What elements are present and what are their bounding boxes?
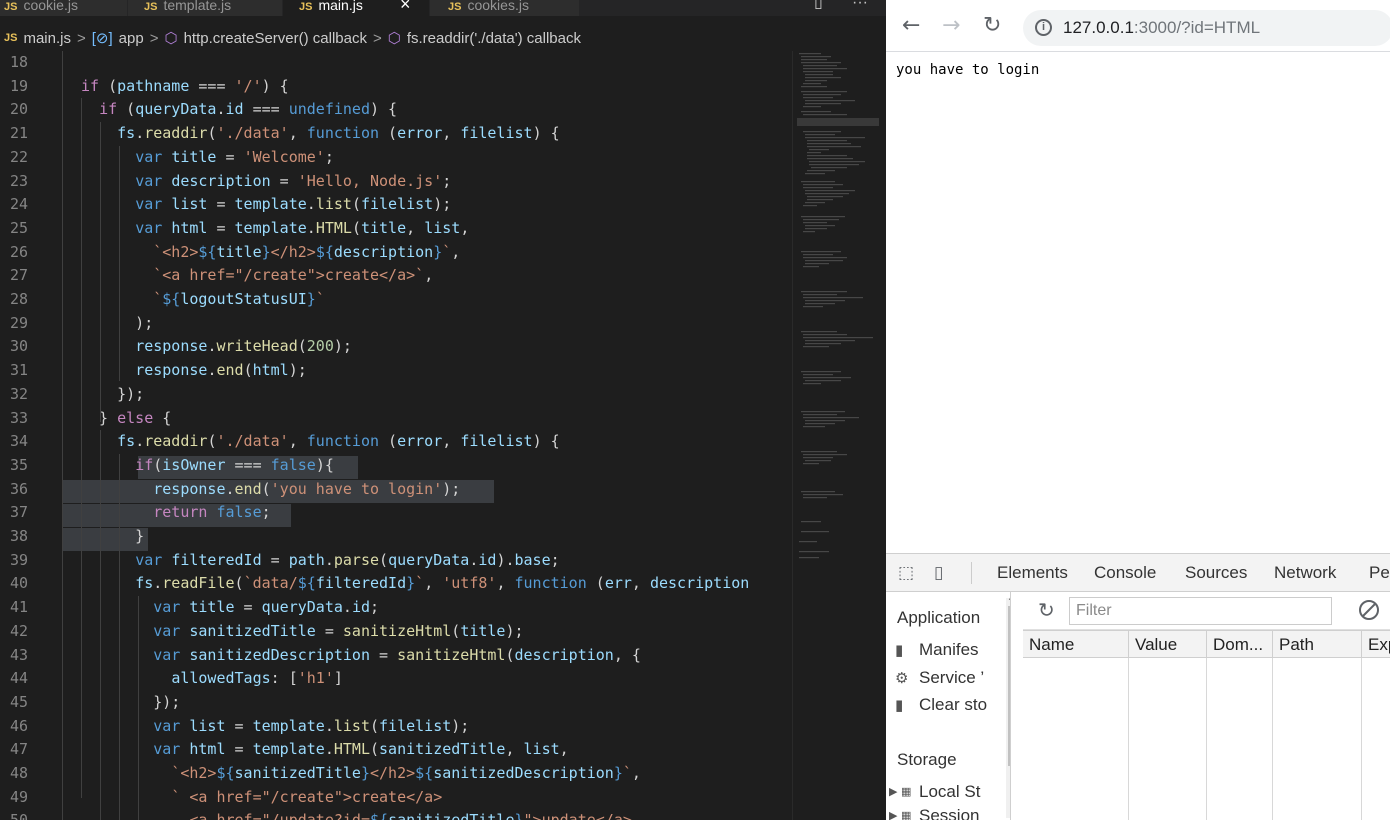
breadcrumb-create-server[interactable]: http.createServer() callback — [184, 30, 367, 47]
chevron-right-icon: > — [372, 29, 382, 47]
column-divider — [1272, 658, 1273, 820]
tab-console[interactable]: Console — [1094, 554, 1156, 592]
reload-icon[interactable]: ↻ — [983, 14, 1001, 38]
tab-template-js[interactable]: JS template.js — [128, 0, 283, 16]
indent-guide — [119, 146, 120, 381]
chevron-right-icon: > — [149, 29, 159, 47]
sidebar-heading-application: Application — [897, 608, 981, 627]
code-line: 20 if (queryData.id === undefined) { — [9, 100, 398, 119]
trash-icon: ▮ — [895, 696, 904, 714]
tab-cookies-js[interactable]: JS cookies.js — [430, 0, 580, 16]
tab-network[interactable]: Network — [1274, 554, 1336, 592]
url-input[interactable]: i 127.0.0.1:3000/?id=HTML — [1023, 10, 1390, 46]
tab-cookie-js[interactable]: JS cookie.js — [0, 0, 128, 16]
info-icon[interactable]: i — [1035, 19, 1052, 36]
column-header-value[interactable]: Value — [1129, 631, 1207, 658]
cookies-panel: ↻ Filter Name Value Dom... Path Exp — [1023, 592, 1390, 820]
forward-icon[interactable]: → — [942, 14, 960, 38]
tab-sources[interactable]: Sources — [1185, 554, 1247, 592]
minimap[interactable] — [792, 51, 886, 820]
sidebar-item-manifest[interactable]: ▮ Manifes — [895, 640, 1009, 660]
indent-guide — [119, 454, 120, 820]
variable-icon: [⊘] — [91, 30, 113, 47]
editor-tab-bar: JS cookie.js JS template.js JS main.js × JS… — [0, 0, 886, 16]
back-icon[interactable]: ← — [902, 14, 920, 38]
tab-elements[interactable]: Elements — [997, 554, 1068, 592]
sidebar-item-clear-storage[interactable]: ▮ Clear sto — [895, 695, 1009, 715]
column-divider — [1206, 658, 1207, 820]
code-line: 19 if (pathname === '/') { — [9, 76, 289, 95]
expand-table-icon: ▶ ▦ — [889, 809, 912, 820]
column-header-name[interactable]: Name — [1023, 631, 1129, 658]
page-content-text: you have to login — [896, 62, 1040, 78]
devtools-tab-bar: ⬚ ▯ Elements Console Sources Network Per — [886, 554, 1390, 592]
indent-guide — [81, 98, 82, 798]
tab-performance[interactable]: Per — [1369, 554, 1390, 592]
filter-toolbar: ↻ Filter — [1023, 592, 1390, 630]
indent-guide — [100, 122, 101, 422]
url-text: 127.0.0.1:3000/?id=HTML — [1063, 18, 1261, 37]
breadcrumb-file[interactable]: main.js — [23, 30, 71, 47]
code-line: 18 — [9, 53, 28, 71]
column-divider — [1128, 658, 1129, 820]
scroll-up-icon[interactable]: ▲ — [1007, 592, 1010, 602]
breadcrumb: JS main.js > [⊘] app > ⬡ http.createServ… — [4, 29, 581, 48]
function-icon: ⬡ — [164, 30, 178, 47]
sidebar-scrollbar-thumb[interactable] — [1008, 606, 1010, 766]
sidebar-item-service-workers[interactable]: ⚙ Service ’ — [895, 668, 1009, 688]
indent-guide — [138, 596, 139, 820]
split-editor-icon[interactable]: ▯ — [814, 0, 823, 11]
column-divider — [1361, 658, 1362, 820]
column-header-domain[interactable]: Dom... — [1207, 631, 1273, 658]
inspect-element-icon[interactable]: ⬚ — [898, 563, 918, 583]
indent-guide — [62, 51, 63, 820]
devtools-panel: ⬚ ▯ Elements Console Sources Network Per… — [886, 553, 1390, 820]
toolbar-divider — [971, 562, 972, 584]
sidebar-item-session-storage[interactable]: ▶ ▦ Session — [889, 806, 1009, 820]
indent-guide — [100, 430, 101, 820]
breadcrumb-app[interactable]: app — [119, 30, 144, 47]
clear-all-icon[interactable] — [1359, 600, 1379, 620]
sidebar-heading-storage: Storage — [897, 750, 957, 769]
address-bar-area: ← → ↻ i 127.0.0.1:3000/?id=HTML — [886, 0, 1390, 52]
refresh-icon[interactable]: ↻ — [1038, 598, 1055, 622]
document-icon: ▮ — [895, 641, 904, 659]
sidebar-item-local-storage[interactable]: ▶ ▦ Local St — [889, 782, 1009, 802]
code-editor-window: JS cookie.js JS template.js JS main.js × JS… — [0, 0, 886, 820]
code-line: 21 fs.readdir('./data', function (error,… — [9, 124, 560, 143]
column-header-path[interactable]: Path — [1273, 631, 1362, 658]
expand-table-icon: ▶ ▦ — [889, 785, 912, 798]
gear-icon: ⚙ — [895, 669, 909, 687]
filter-input[interactable]: Filter — [1069, 597, 1332, 625]
code-line: 34 fs.readdir('./data', function (error,… — [9, 432, 560, 451]
more-actions-icon[interactable]: ··· — [852, 0, 868, 11]
cookies-table: Name Value Dom... Path Exp — [1023, 630, 1390, 820]
chevron-right-icon: > — [76, 29, 86, 47]
minimap-preview — [799, 53, 873, 559]
device-toolbar-icon[interactable]: ▯ — [934, 563, 954, 583]
application-sidebar: Application ▮ Manifes ⚙ Service ’ ▮ Clear s… — [886, 592, 1011, 820]
function-icon: ⬡ — [387, 30, 401, 47]
browser-window: ← → ↻ i 127.0.0.1:3000/?id=HTML you have… — [886, 0, 1390, 553]
column-header-expires[interactable]: Exp — [1362, 631, 1390, 658]
code-line: 33 } else { — [9, 408, 172, 427]
breadcrumb-readdir[interactable]: fs.readdir('./data') callback — [407, 30, 581, 47]
code-line: 32 }); — [9, 384, 145, 403]
close-icon[interactable]: × — [400, 0, 411, 13]
